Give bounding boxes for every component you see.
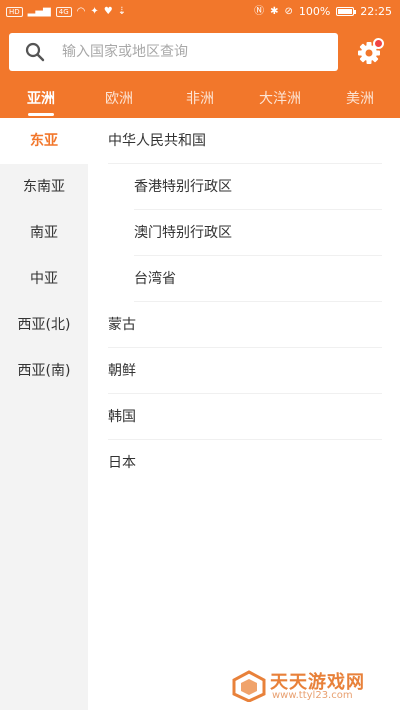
status-chip: 4G — [55, 7, 72, 17]
tab-africa[interactable]: 非洲 — [170, 88, 230, 108]
logo-icon — [232, 670, 266, 702]
list-item[interactable]: 朝鲜 — [108, 348, 382, 394]
list-item[interactable]: 香港特别行政区 — [134, 164, 382, 210]
continent-tabs: 亚洲 欧洲 非洲 大洋洲 美洲 — [0, 80, 400, 118]
tab-americas[interactable]: 美洲 — [330, 88, 390, 108]
status-bar-right: Ⓝ ✱ ⊘ 100% 22:25 — [254, 5, 392, 18]
tab-europe[interactable]: 欧洲 — [89, 88, 149, 108]
sidebar-item-west-asia-north[interactable]: 西亚(北) — [0, 302, 88, 348]
download-icon: ⇣ — [117, 6, 127, 17]
active-tab-indicator — [28, 113, 54, 116]
list-item[interactable]: 蒙古 — [108, 302, 382, 348]
nfc-icon: Ⓝ — [254, 5, 265, 17]
search-bar[interactable] — [9, 33, 338, 71]
bluetooth-icon: ✱ — [270, 5, 279, 17]
list-item[interactable]: 韩国 — [108, 394, 382, 440]
region-sidebar: 东亚 东南亚 南亚 中亚 西亚(北) 西亚(南) — [0, 118, 88, 710]
status-chip: HD — [6, 7, 23, 17]
list-item[interactable]: 台湾省 — [134, 256, 382, 302]
list-item[interactable]: 中华人民共和国 — [108, 118, 382, 164]
watermark-url: www.ttyl23.com — [272, 690, 353, 701]
watermark: 天天游戏网 www.ttyl23.com — [232, 664, 400, 704]
battery-icon — [336, 7, 357, 16]
signal-icon: ▂▄▆ — [27, 6, 51, 17]
wifi-icon: ◠ — [76, 6, 86, 17]
list-item[interactable]: 日本 — [108, 440, 382, 486]
mute-icon: ⊘ — [284, 5, 293, 17]
status-bar: HD ▂▄▆ 4G ◠ ✦ ♥ ⇣ Ⓝ ✱ ⊘ 100% 22:25 — [0, 0, 400, 26]
status-bar-left: HD ▂▄▆ 4G ◠ ✦ ♥ ⇣ — [6, 6, 126, 18]
clock: 22:25 — [360, 5, 392, 18]
tab-oceania[interactable]: 大洋洲 — [250, 88, 310, 108]
list-item[interactable]: 澳门特别行政区 — [134, 210, 382, 256]
notification-icon: ✦ — [90, 6, 99, 17]
battery-percent: 100% — [298, 5, 331, 18]
search-icon — [25, 42, 45, 62]
sidebar-item-southeast-asia[interactable]: 东南亚 — [0, 164, 88, 210]
sidebar-item-south-asia[interactable]: 南亚 — [0, 210, 88, 256]
tab-asia[interactable]: 亚洲 — [11, 88, 71, 108]
search-input[interactable] — [62, 34, 322, 70]
sidebar-item-central-asia[interactable]: 中亚 — [0, 256, 88, 302]
sidebar-item-east-asia[interactable]: 东亚 — [0, 118, 88, 164]
heart-icon: ♥ — [103, 6, 113, 17]
notification-badge — [373, 38, 384, 49]
country-list: 中华人民共和国 香港特别行政区 澳门特别行政区 台湾省 蒙古 朝鲜 韩国 日本 — [88, 118, 400, 710]
sidebar-item-west-asia-south[interactable]: 西亚(南) — [0, 348, 88, 394]
